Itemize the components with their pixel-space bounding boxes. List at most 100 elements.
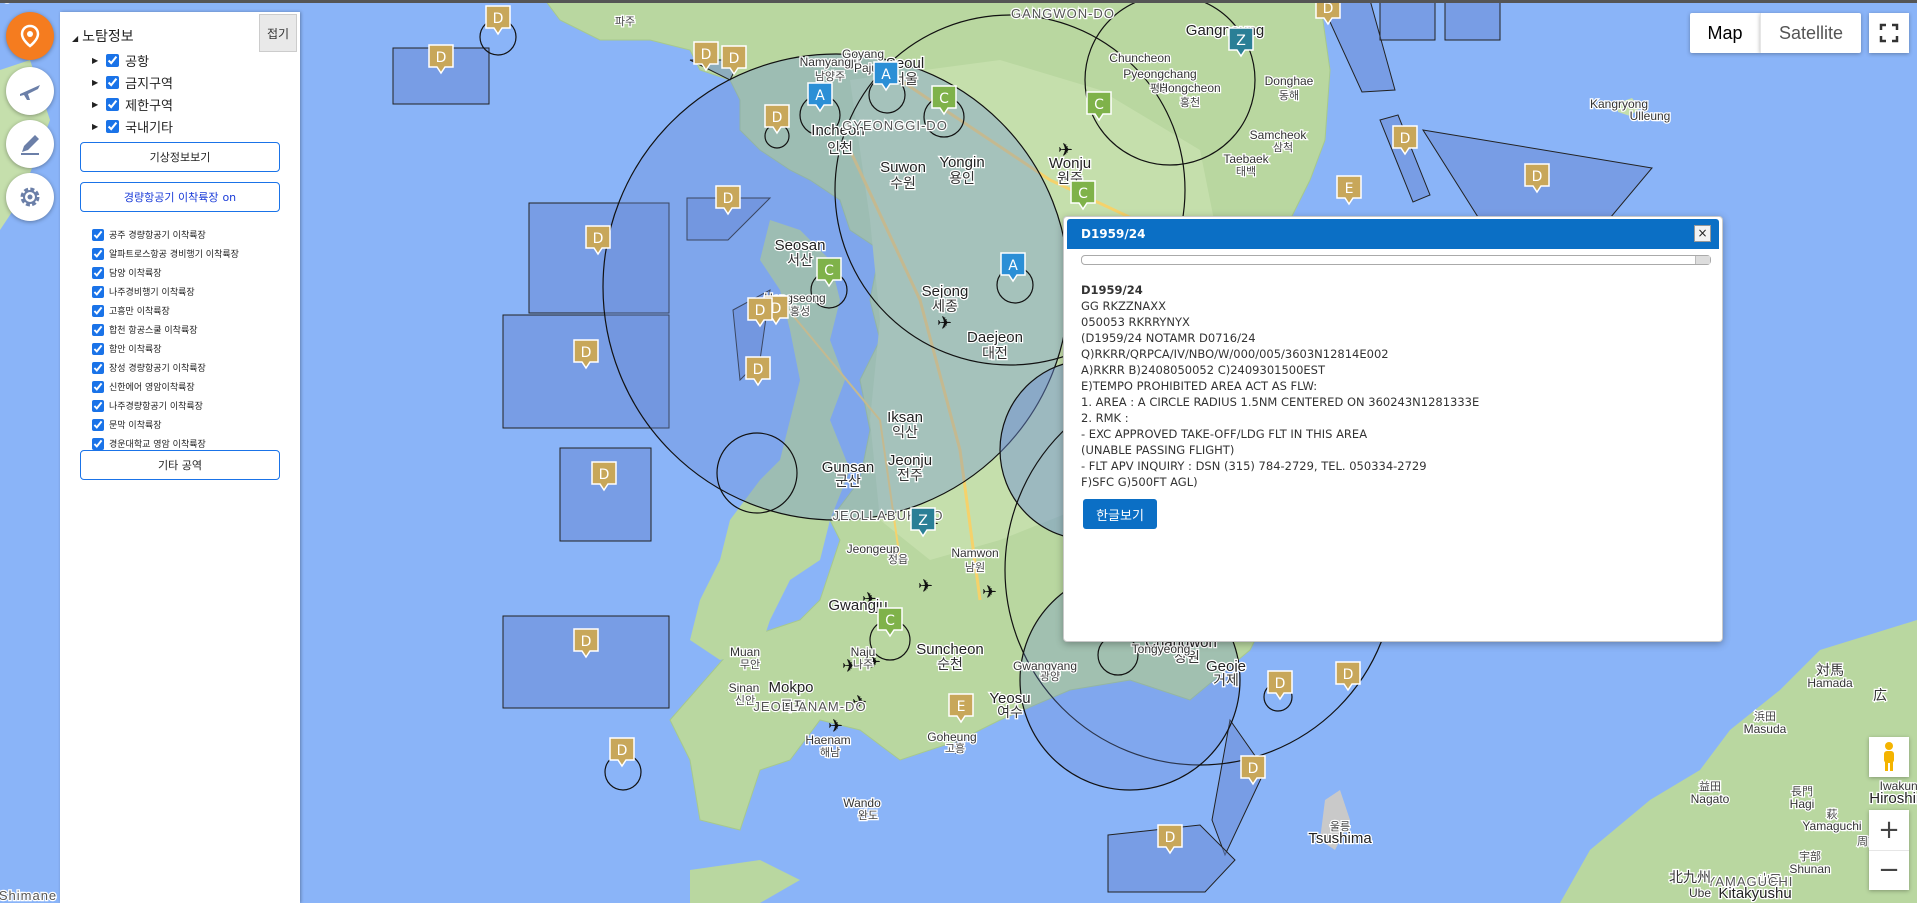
airfield-item[interactable]: 경운대학교 영암 이착륙장 <box>92 437 206 450</box>
layer-domestic-other[interactable]: ▶ 국내기타 <box>92 117 173 136</box>
panel-title[interactable]: ◢ 노탐정보 <box>72 26 134 46</box>
map-label: Ulleung <box>1630 109 1671 123</box>
draw-button[interactable] <box>6 120 54 168</box>
marker-letter: C <box>939 91 949 107</box>
expand-triangle-icon[interactable]: ▶ <box>92 100 98 109</box>
panel-title-label: 노탐정보 <box>82 29 134 45</box>
airfield-checkbox[interactable] <box>92 399 104 412</box>
marker-letter: D <box>723 191 734 207</box>
layer-restricted[interactable]: ▶ 제한구역 <box>92 95 173 114</box>
airfield-label: 담양 이착륙장 <box>109 269 162 279</box>
zoom-out-button[interactable]: − <box>1869 851 1909 891</box>
airfield-item[interactable]: 공주 경량항공기 이착륙장 <box>92 228 206 241</box>
marker-letter: D <box>755 303 766 319</box>
other-airspace-button[interactable]: 기타 공역 <box>80 450 280 480</box>
map-label: 나주 <box>853 658 873 671</box>
zoom-in-button[interactable]: + <box>1869 810 1909 851</box>
map-label: 홍천 <box>1180 95 1200 109</box>
light-aircraft-toggle-button[interactable]: 경량항공기 이착륙장 on <box>80 182 280 212</box>
airfield-checkbox[interactable] <box>92 266 104 279</box>
korean-view-button[interactable]: 한글보기 <box>1083 499 1157 529</box>
map-label: 해남 <box>820 745 840 759</box>
map-label: Namwon <box>951 546 998 560</box>
collapse-button[interactable]: 접기 <box>259 14 297 52</box>
airfield-item[interactable]: 합천 항공스쿨 이착륙장 <box>92 323 198 336</box>
airfield-item[interactable]: 고흥만 이착륙장 <box>92 304 170 317</box>
airfield-item[interactable]: 신한에어 영암이착륙장 <box>92 380 195 393</box>
notam-location-button[interactable] <box>6 12 54 60</box>
airspace-area[interactable] <box>1444 0 1501 41</box>
map-label: 정읍 <box>888 553 908 566</box>
map-label: GANGWON-DO <box>1011 6 1115 21</box>
airfield-checkbox[interactable] <box>92 437 104 450</box>
airfield-checkbox[interactable] <box>92 323 104 336</box>
flight-button[interactable] <box>6 67 54 115</box>
airfield-item[interactable]: 나주경량항공기 이착륙장 <box>92 399 203 412</box>
map-label: 순천 <box>937 656 963 672</box>
airfield-item[interactable]: 장성 경량항공기 이착륙장 <box>92 361 206 374</box>
svg-text:✈: ✈ <box>937 313 952 334</box>
airfield-item[interactable]: 문막 이착륙장 <box>92 418 162 431</box>
layer-prohibited-checkbox[interactable] <box>106 76 120 89</box>
map-label: Chuncheon <box>1109 51 1170 65</box>
collapse-triangle-icon: ◢ <box>72 34 79 43</box>
marker-letter: D <box>1165 830 1176 846</box>
marker-letter: D <box>1343 667 1354 683</box>
fullscreen-button[interactable] <box>1869 13 1909 53</box>
layer-restricted-checkbox[interactable] <box>106 98 120 111</box>
marker-letter: D <box>1275 676 1286 692</box>
map-label: Tsushima <box>1308 830 1372 847</box>
map-type-map-button[interactable]: Map <box>1690 13 1760 53</box>
scrollbar-thumb[interactable] <box>1695 256 1710 264</box>
settings-button[interactable] <box>6 173 54 221</box>
expand-triangle-icon[interactable]: ▶ <box>92 78 98 87</box>
airfield-item[interactable]: 함안 이착륙장 <box>92 342 162 355</box>
map-label: Kitakyushu <box>1718 885 1791 902</box>
airfield-checkbox[interactable] <box>92 285 104 298</box>
airfield-checkbox[interactable] <box>92 342 104 355</box>
map-label: 용인 <box>949 170 975 186</box>
airfield-item[interactable]: 담양 이착륙장 <box>92 266 162 279</box>
pegman-icon <box>1884 742 1894 771</box>
airplane-icon <box>20 85 40 100</box>
map-label: 세종 <box>932 298 958 314</box>
weather-info-button[interactable]: 기상정보보기 <box>80 142 280 172</box>
airfield-item[interactable]: 나주경비행기 이착륙장 <box>92 285 195 298</box>
street-view-pegman[interactable] <box>1869 737 1909 777</box>
map-label: 광양 <box>1040 670 1060 683</box>
popup-close-button[interactable]: × <box>1694 225 1711 242</box>
popup-header[interactable]: D1959/24 × <box>1067 219 1719 249</box>
popup-horizontal-scrollbar[interactable] <box>1081 255 1711 265</box>
airspace-area[interactable] <box>1379 0 1436 41</box>
airfield-checkbox[interactable] <box>92 418 104 431</box>
airfield-item[interactable]: 알파트로스항공 경비행기 이착륙장 <box>92 247 239 260</box>
pencil-icon <box>21 135 39 155</box>
layer-airport[interactable]: ▶ 공항 <box>92 51 149 70</box>
layer-prohibited[interactable]: ▶ 금지구역 <box>92 73 173 92</box>
airfield-checkbox[interactable] <box>92 380 104 393</box>
marker-letter: D <box>1248 761 1259 777</box>
airfield-checkbox[interactable] <box>92 304 104 317</box>
map-label: Shimane <box>0 888 57 903</box>
map-label: 서산 <box>787 252 813 268</box>
marker-letter: D <box>493 11 504 27</box>
map-label: Yamaguchi <box>1802 819 1861 833</box>
light-aircraft-label: 경량항공기 이착륙장 <box>123 191 219 204</box>
map-type-satellite-button[interactable]: Satellite <box>1760 13 1861 53</box>
layer-domestic-other-checkbox[interactable] <box>106 120 120 133</box>
map-label: 고흥 <box>945 741 965 755</box>
map-label: Hongcheon <box>1159 81 1220 95</box>
airfield-checkbox[interactable] <box>92 247 104 260</box>
map-label: 여수 <box>997 704 1023 720</box>
airfield-checkbox[interactable] <box>92 228 104 241</box>
gear-icon <box>20 187 40 207</box>
expand-triangle-icon[interactable]: ▶ <box>92 56 98 65</box>
expand-triangle-icon[interactable]: ▶ <box>92 122 98 131</box>
map-label: 파주 <box>615 15 635 28</box>
map-label: Mokpo <box>768 679 813 696</box>
svg-text:✈: ✈ <box>918 576 933 597</box>
layer-airport-checkbox[interactable] <box>106 54 120 67</box>
airfield-checkbox[interactable] <box>92 361 104 374</box>
notam-line: - EXC APPROVED TAKE-OFF/LDG FLT IN THIS … <box>1081 427 1368 441</box>
notam-line: GG RKZZNAXX <box>1081 299 1166 313</box>
